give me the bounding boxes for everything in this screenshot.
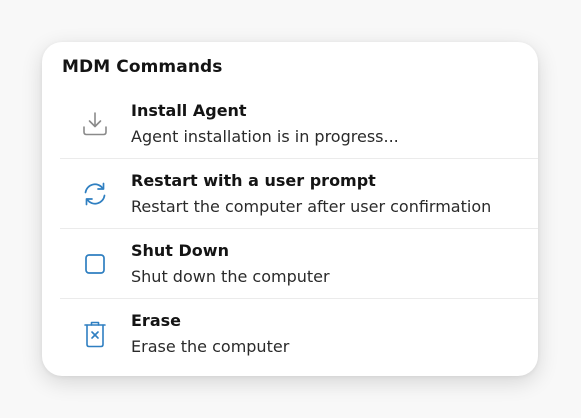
trash-x-icon — [80, 319, 110, 349]
panel-title: MDM Commands — [62, 57, 223, 77]
command-title: Install Agent — [131, 101, 247, 120]
command-title: Erase — [131, 311, 181, 330]
command-restart-with-prompt[interactable]: Restart with a user prompt Restart the c… — [60, 158, 538, 229]
command-description: Agent installation is in progress... — [131, 127, 399, 146]
mdm-commands-panel: MDM Commands Install Agent Agent install… — [42, 42, 538, 376]
download-icon — [80, 109, 110, 139]
command-description: Restart the computer after user confirma… — [131, 197, 492, 216]
refresh-icon — [80, 179, 110, 209]
square-stop-icon — [80, 249, 110, 279]
command-install-agent[interactable]: Install Agent Agent installation is in p… — [60, 89, 538, 159]
command-description: Shut down the computer — [131, 267, 330, 286]
command-shut-down[interactable]: Shut Down Shut down the computer — [60, 228, 538, 299]
command-title: Shut Down — [131, 241, 229, 260]
command-title: Restart with a user prompt — [131, 171, 376, 190]
command-erase[interactable]: Erase Erase the computer — [60, 298, 538, 369]
command-description: Erase the computer — [131, 337, 290, 356]
